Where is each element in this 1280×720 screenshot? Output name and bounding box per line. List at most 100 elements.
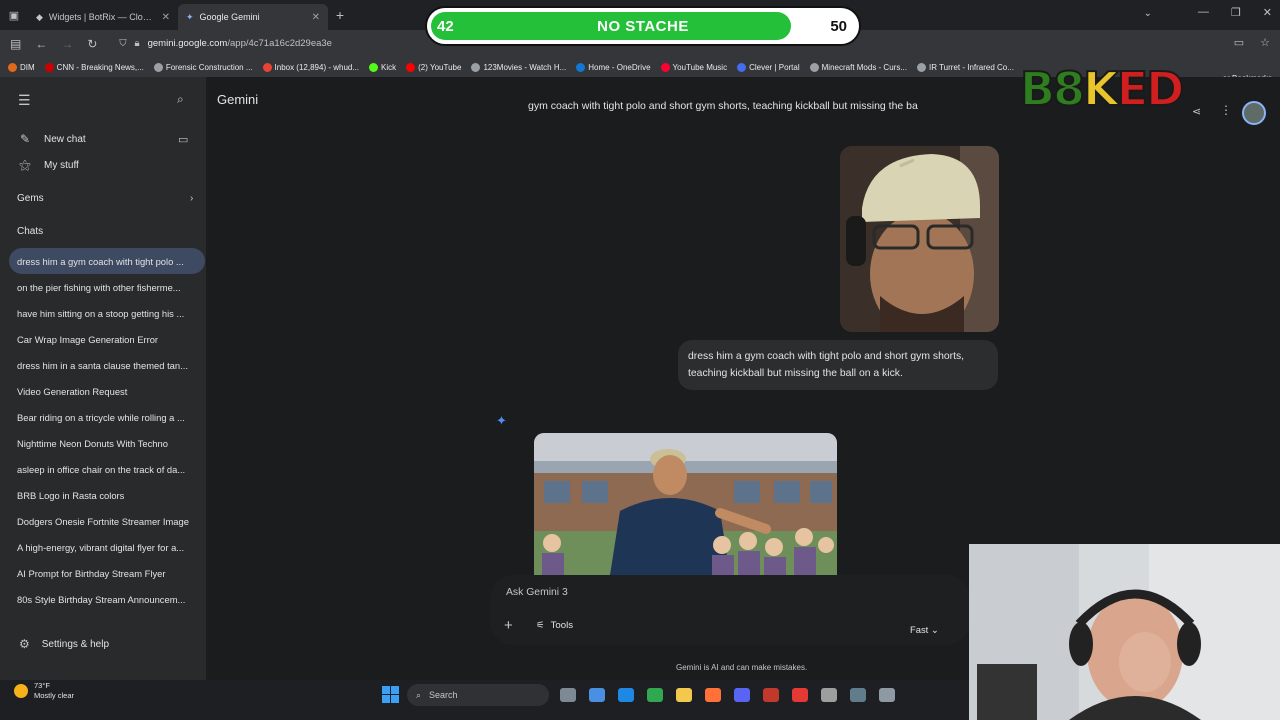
chat-list-item[interactable]: Nighttime Neon Donuts With Techno	[9, 430, 205, 456]
webcam-drawing	[969, 544, 1280, 720]
bookmark-label: YouTube Music	[672, 62, 728, 72]
bookmark-item[interactable]: DIM	[8, 62, 35, 72]
chat-list-item[interactable]: 80s Style Birthday Stream Announcem...	[9, 586, 205, 612]
bookmark-label: Clever | Portal	[749, 62, 800, 72]
task-view-icon[interactable]	[560, 688, 576, 702]
taskbar-search[interactable]: ⌕ Search	[407, 684, 549, 706]
weather-condition: Mostly clear	[34, 691, 75, 700]
tab-search-chevron-icon[interactable]: ⌄	[1144, 8, 1152, 19]
gems-label[interactable]: Gems	[17, 193, 44, 204]
explorer-icon[interactable]	[676, 688, 692, 702]
bookmark-label: Forensic Construction ...	[165, 62, 253, 72]
bookmark-label: (2) YouTube	[418, 62, 462, 72]
add-icon[interactable]: +	[504, 617, 513, 634]
firefox-icon[interactable]	[705, 688, 721, 702]
close-tab-icon[interactable]: ✕	[312, 12, 320, 23]
bookmark-item[interactable]: Forensic Construction ...	[153, 62, 253, 72]
my-stuff-button[interactable]: ⚝ My stuff	[18, 158, 79, 173]
reading-list-icon[interactable]: ▭	[1234, 36, 1244, 49]
tab-actions-icon[interactable]: ▣	[0, 0, 28, 30]
uploaded-photo[interactable]	[840, 146, 999, 332]
bookmark-item[interactable]: (2) YouTube	[406, 62, 462, 72]
bookmark-label: DIM	[20, 62, 35, 72]
tab-botrix[interactable]: ◆ Widgets | BotRix — Cloud Streaming ✕	[28, 4, 178, 30]
bookmark-favicon-icon	[471, 62, 481, 72]
toolbar-right-icons: ▭ ☆	[1234, 36, 1270, 49]
chat-list-item[interactable]: dress him a gym coach with tight polo ..…	[9, 248, 205, 274]
chat-list-item[interactable]: have him sitting on a stoop getting his …	[9, 300, 205, 326]
user-message-bubble: dress him a gym coach with tight polo an…	[678, 340, 998, 390]
chat-list-item[interactable]: BRB Logo in Rasta colors	[9, 482, 205, 508]
more-vert-icon[interactable]: ⋮	[1220, 103, 1232, 117]
bookmark-label: IR Turret - Infrared Co...	[929, 62, 1014, 72]
chat-list-item[interactable]: Car Wrap Image Generation Error	[9, 326, 205, 352]
reload-icon[interactable]: ↻	[87, 37, 97, 51]
bookmark-item[interactable]: CNN - Breaking News,...	[44, 62, 144, 72]
edge-icon[interactable]	[618, 688, 634, 702]
close-window-icon[interactable]: ✕	[1263, 6, 1272, 19]
tab-title: Widgets | BotRix — Cloud Streaming	[48, 12, 156, 22]
tab-gemini[interactable]: ✦ Google Gemini ✕	[178, 4, 328, 30]
forward-icon[interactable]: →	[61, 37, 73, 51]
media-icon[interactable]	[792, 688, 808, 702]
app-icon[interactable]	[879, 688, 895, 702]
bookmark-item[interactable]: 123Movies - Watch H...	[471, 62, 566, 72]
bookmark-label: Inbox (12,894) - whud...	[274, 62, 360, 72]
settings-app-icon[interactable]	[821, 688, 837, 702]
restore-icon[interactable]: ❐	[1231, 6, 1241, 19]
tune-icon: ⚟	[536, 620, 545, 631]
taskbar-apps	[560, 688, 895, 702]
shield-icon: ⛉	[119, 38, 127, 49]
screen: ▣ ◆ Widgets | BotRix — Cloud Streaming ✕…	[0, 0, 1280, 720]
goal-label: NO STACHE	[597, 18, 689, 35]
chat-list-item[interactable]: asleep in office chair on the track of d…	[9, 456, 205, 482]
bookmark-favicon-icon	[262, 62, 272, 72]
chat-list-item[interactable]: Dodgers Onesie Fortnite Streamer Image	[9, 508, 205, 534]
sidebar-toggle-icon[interactable]: ▤	[10, 37, 21, 51]
chat-list-item[interactable]: A high-energy, vibrant digital flyer for…	[9, 534, 205, 560]
bookmark-label: Home - OneDrive	[588, 62, 651, 72]
bookmark-item[interactable]: Inbox (12,894) - whud...	[262, 62, 360, 72]
start-icon[interactable]	[382, 686, 399, 703]
bookmark-item[interactable]: Home - OneDrive	[576, 62, 651, 72]
chat-list-item[interactable]: Video Generation Request	[9, 378, 205, 404]
minimize-icon[interactable]: —	[1198, 6, 1209, 19]
address-path: /app/4c71a16c2d29ea3e	[227, 38, 332, 49]
bookmark-star-icon[interactable]: ☆	[1260, 36, 1270, 49]
chat-list-item[interactable]: AI Prompt for Birthday Stream Flyer	[9, 560, 205, 586]
weather-widget[interactable]: 73°F Mostly clear	[14, 681, 74, 701]
tools-button[interactable]: ⚟ Tools	[536, 620, 573, 631]
app-icon[interactable]	[850, 688, 866, 702]
chevron-right-icon[interactable]: ›	[190, 193, 193, 204]
stream-goal-bar: 42 NO STACHE 50	[425, 6, 861, 46]
discord-icon[interactable]	[734, 688, 750, 702]
store-icon[interactable]	[647, 688, 663, 702]
gemini-favicon-icon: ✦	[186, 11, 194, 22]
temporary-chat-icon[interactable]: ▭	[178, 133, 188, 146]
prompt-input[interactable]: Ask Gemini 3 + ⚟ Tools Fast ⌄	[490, 575, 970, 645]
copilot-icon[interactable]	[589, 688, 605, 702]
back-icon[interactable]: ←	[35, 37, 47, 51]
close-tab-icon[interactable]: ✕	[162, 12, 170, 23]
new-tab-icon[interactable]: +	[328, 7, 352, 23]
menu-icon[interactable]: ☰	[18, 92, 31, 109]
chat-list: dress him a gym coach with tight polo ..…	[9, 248, 205, 612]
app-title[interactable]: Gemini	[217, 92, 258, 107]
chat-list-item[interactable]: on the pier fishing with other fisherme.…	[9, 274, 205, 300]
generated-image[interactable]	[534, 433, 837, 575]
settings-button[interactable]: ⚙ Settings & help	[19, 637, 109, 651]
chat-list-item[interactable]: dress him in a santa clause themed tan..…	[9, 352, 205, 378]
bookmark-item[interactable]: YouTube Music	[660, 62, 728, 72]
mode-selector[interactable]: Fast ⌄	[910, 624, 939, 636]
bookmark-item[interactable]: Kick	[369, 62, 396, 72]
new-chat-button[interactable]: ✎ New chat	[18, 132, 86, 146]
chrome-icon[interactable]	[763, 688, 779, 702]
chat-list-item[interactable]: Bear riding on a tricycle while rolling …	[9, 404, 205, 430]
bookmark-item[interactable]: Clever | Portal	[737, 62, 800, 72]
account-avatar[interactable]	[1242, 101, 1266, 125]
webcam-overlay	[969, 544, 1280, 720]
bookmark-item[interactable]: Minecraft Mods - Curs...	[809, 62, 907, 72]
bookmark-favicon-icon	[809, 62, 819, 72]
search-icon[interactable]: ⌕	[177, 92, 184, 107]
bookmark-item[interactable]: IR Turret - Infrared Co...	[917, 62, 1014, 72]
